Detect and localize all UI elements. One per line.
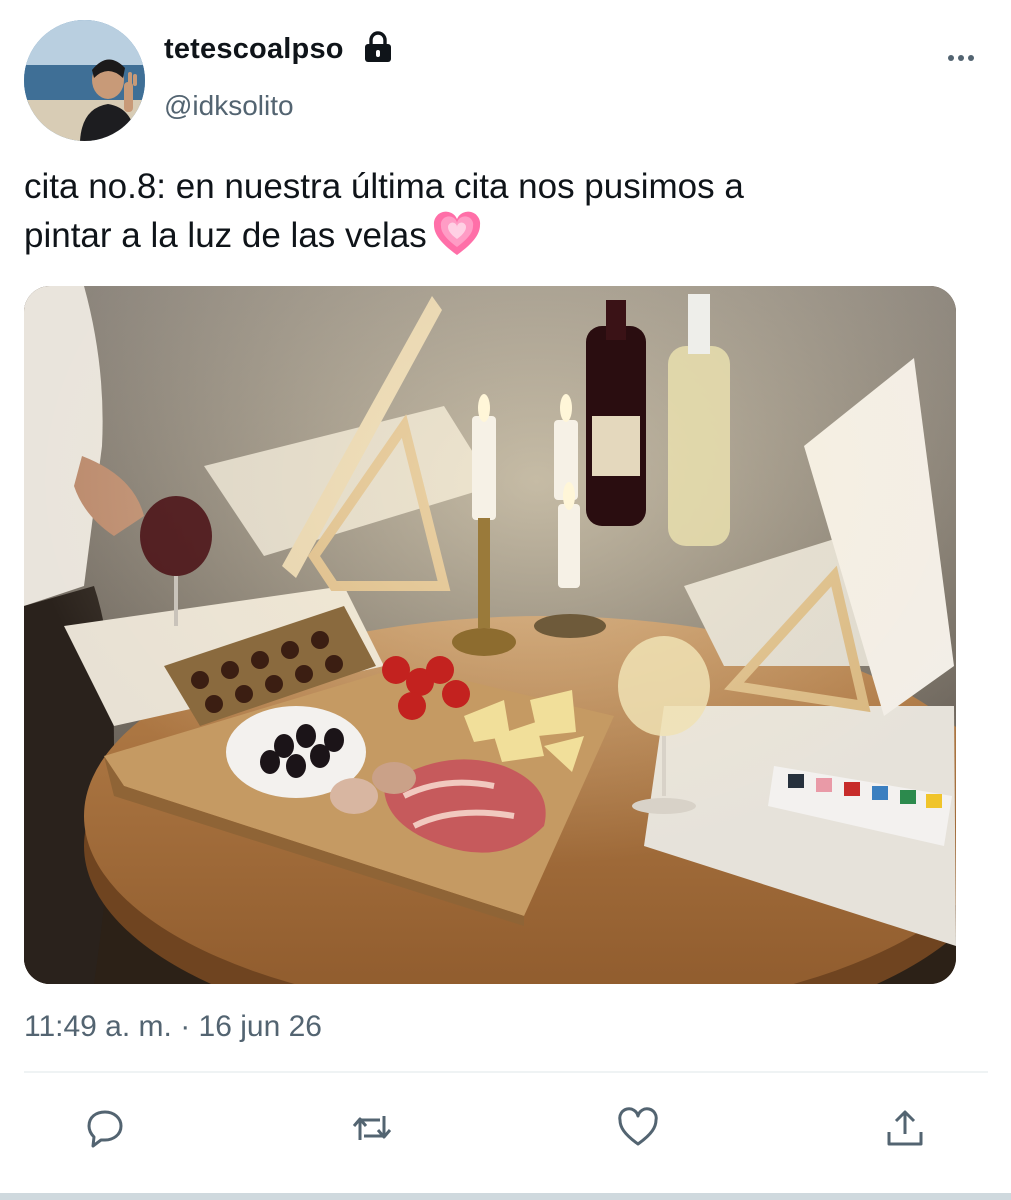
heart-outline-icon bbox=[618, 1107, 658, 1146]
tweet-photo[interactable] bbox=[24, 286, 956, 984]
retweet-arrows-icon bbox=[352, 1116, 392, 1140]
share-button[interactable] bbox=[881, 1104, 929, 1152]
tweet-text-line: pintar a la luz de las velas bbox=[24, 216, 427, 255]
like-button[interactable] bbox=[614, 1104, 662, 1152]
candlelit-dinner-photo bbox=[24, 286, 956, 984]
share-upload-icon bbox=[887, 1110, 923, 1146]
pink-heart-icon bbox=[433, 211, 481, 270]
divider bbox=[24, 1071, 988, 1073]
more-dot-icon bbox=[958, 55, 964, 61]
more-options-button[interactable] bbox=[944, 48, 978, 68]
avatar[interactable] bbox=[24, 20, 145, 141]
retweet-button[interactable] bbox=[348, 1104, 396, 1152]
avatar-image bbox=[24, 20, 145, 141]
more-dot-icon bbox=[968, 55, 974, 61]
more-dot-icon bbox=[948, 55, 954, 61]
tweet-text: cita no.8: en nuestra última cita nos pu… bbox=[24, 163, 984, 270]
speech-bubble-icon bbox=[87, 1110, 123, 1148]
display-name[interactable]: tetescoalpso bbox=[164, 33, 344, 66]
tweet-card: tetescoalpso @idksolito cita no.8: en nu… bbox=[0, 0, 1011, 1200]
lock-icon bbox=[365, 31, 391, 62]
bottom-divider bbox=[0, 1193, 1011, 1200]
user-handle[interactable]: @idksolito bbox=[164, 90, 294, 122]
tweet-text-line-wrap: pintar a la luz de las velas bbox=[24, 211, 984, 270]
reply-button[interactable] bbox=[81, 1104, 129, 1152]
tweet-timestamp[interactable]: 11:49 a. m. · 16 jun 26 bbox=[24, 1010, 322, 1044]
tweet-text-line: cita no.8: en nuestra última cita nos pu… bbox=[24, 167, 744, 206]
